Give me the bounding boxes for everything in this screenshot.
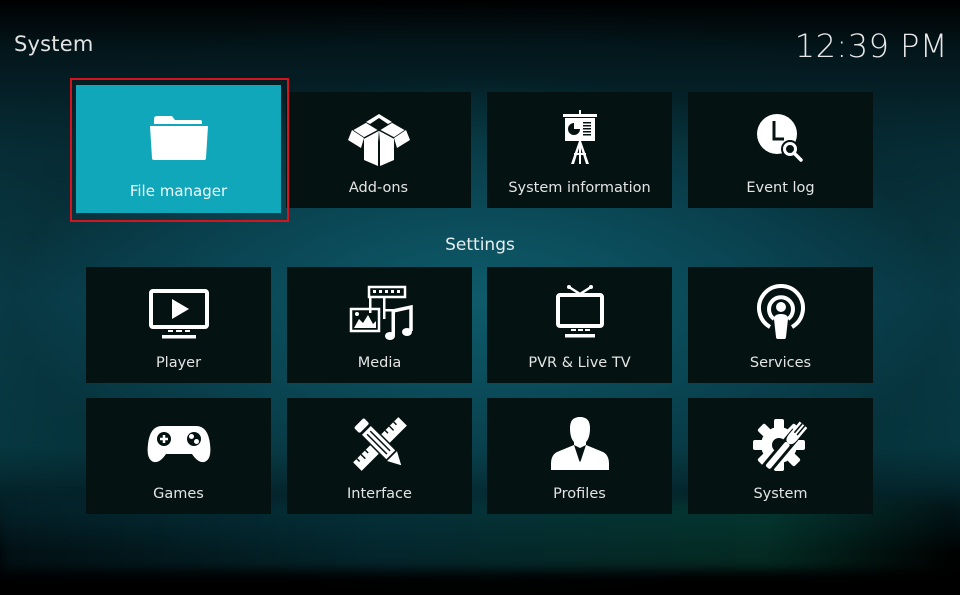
pencil-ruler-icon bbox=[345, 414, 415, 474]
tile-label: System information bbox=[508, 180, 651, 196]
tile-system-information[interactable]: System information bbox=[487, 92, 672, 208]
gear-wrench-icon bbox=[746, 414, 816, 474]
clock: 12:39 PM bbox=[794, 27, 948, 65]
tile-services[interactable]: Services bbox=[688, 267, 873, 383]
tile-label: Games bbox=[153, 486, 204, 502]
broadcast-person-icon bbox=[746, 283, 816, 343]
tile-label: File manager bbox=[129, 182, 228, 200]
tile-event-log[interactable]: Event log bbox=[688, 92, 873, 208]
tile-media[interactable]: Media bbox=[287, 267, 472, 383]
monitor-play-icon bbox=[144, 283, 214, 343]
tile-file-manager[interactable]: File manager bbox=[76, 85, 281, 213]
tile-label: Player bbox=[155, 355, 202, 371]
clock-search-icon bbox=[746, 108, 816, 168]
settings-heading: Settings bbox=[445, 235, 515, 255]
gamepad-icon bbox=[144, 414, 214, 474]
tv-antenna-icon bbox=[545, 283, 615, 343]
tile-system[interactable]: System bbox=[688, 398, 873, 514]
tile-label: Add-ons bbox=[348, 180, 409, 196]
user-profile-icon bbox=[545, 414, 615, 474]
media-collection-icon bbox=[345, 283, 415, 343]
tile-player[interactable]: Player bbox=[86, 267, 271, 383]
tile-label: Interface bbox=[347, 486, 412, 502]
presentation-easel-icon bbox=[545, 108, 615, 168]
tile-pvr-live-tv[interactable]: PVR & Live TV bbox=[487, 267, 672, 383]
tile-interface[interactable]: Interface bbox=[287, 398, 472, 514]
tile-label: Event log bbox=[746, 180, 815, 196]
folder-icon bbox=[144, 105, 214, 165]
tile-label: Media bbox=[357, 355, 402, 371]
tile-label: Profiles bbox=[553, 486, 606, 502]
tile-add-ons[interactable]: Add-ons bbox=[286, 92, 471, 208]
tile-label: System bbox=[753, 486, 808, 502]
tile-label: PVR & Live TV bbox=[528, 355, 631, 371]
open-box-icon bbox=[344, 108, 414, 168]
tile-profiles[interactable]: Profiles bbox=[487, 398, 672, 514]
tile-games[interactable]: Games bbox=[86, 398, 271, 514]
page-title: System bbox=[14, 32, 94, 56]
tile-label: Services bbox=[749, 355, 812, 371]
